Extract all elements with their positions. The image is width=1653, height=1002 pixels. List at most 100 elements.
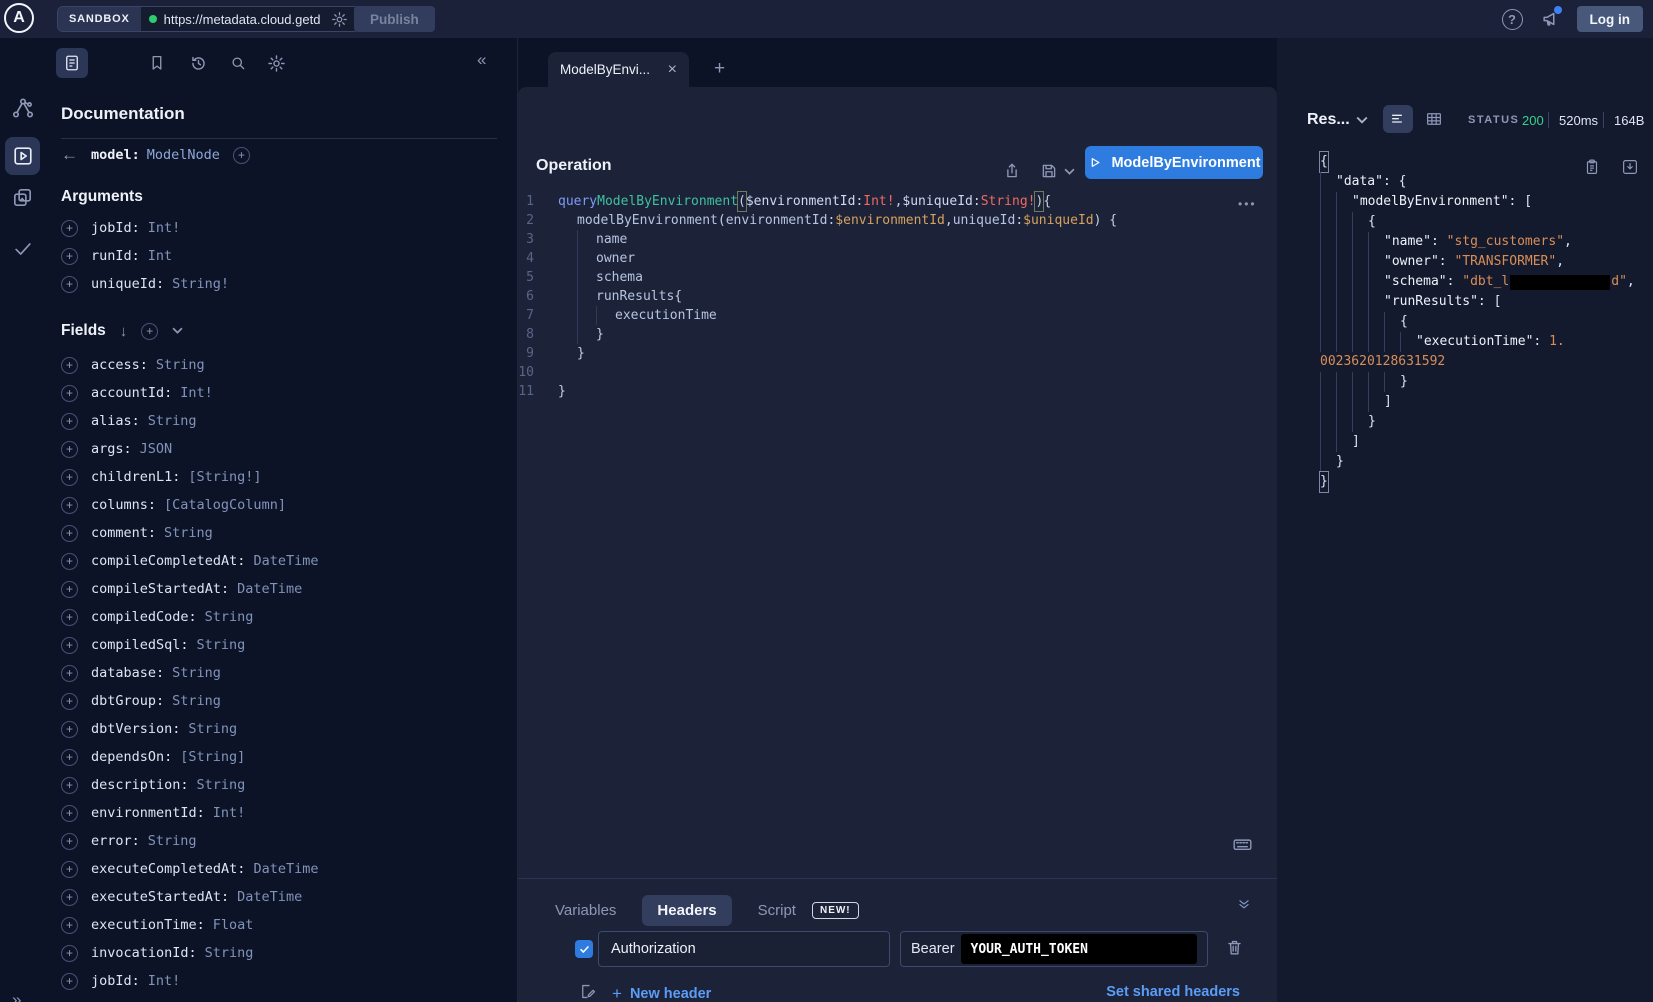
close-tab-icon[interactable]: ×	[668, 62, 677, 78]
endpoint-control[interactable]: SANDBOX https://metadata.cloud.getd	[57, 6, 360, 32]
add-field-icon[interactable]: +	[61, 637, 78, 654]
tab-variables[interactable]: Variables	[555, 902, 616, 919]
add-field-icon[interactable]: +	[61, 693, 78, 710]
add-field-icon[interactable]: +	[61, 276, 78, 293]
add-field-icon[interactable]: +	[61, 805, 78, 822]
add-field-icon[interactable]: +	[61, 497, 78, 514]
add-all-fields-icon[interactable]: +	[233, 147, 250, 164]
set-shared-headers-link[interactable]: Set shared headers	[1106, 984, 1240, 1000]
field-row[interactable]: +error:String	[61, 827, 511, 855]
header-value-input[interactable]: Bearer YOUR_AUTH_TOKEN	[900, 931, 1208, 967]
response-dropdown-chevron-icon[interactable]	[1356, 116, 1368, 125]
add-field-icon[interactable]: +	[61, 441, 78, 458]
add-field-icon[interactable]: +	[61, 357, 78, 374]
history-icon[interactable]	[189, 54, 208, 73]
field-row[interactable]: +alias:String	[61, 407, 511, 435]
save-icon[interactable]	[1040, 162, 1058, 180]
add-field-icon[interactable]: +	[61, 553, 78, 570]
code-line[interactable]: 5schema	[518, 268, 1277, 287]
auth-token-redacted[interactable]: YOUR_AUTH_TOKEN	[961, 934, 1197, 964]
collapse-panel-icon[interactable]	[1237, 897, 1251, 911]
add-field-icon[interactable]: +	[61, 665, 78, 682]
field-row[interactable]: +environmentId:Int!	[61, 799, 511, 827]
field-row[interactable]: +dbtVersion:String	[61, 715, 511, 743]
chevron-down-icon[interactable]	[172, 327, 183, 335]
code-line[interactable]: 2modelByEnvironment(environmentId: $envi…	[518, 211, 1277, 230]
back-arrow-icon[interactable]: ←	[61, 145, 78, 165]
add-field-icon[interactable]: +	[61, 749, 78, 766]
add-field-icon[interactable]: +	[61, 413, 78, 430]
share-icon[interactable]	[1003, 162, 1021, 180]
field-row[interactable]: +columns:[CatalogColumn]	[61, 491, 511, 519]
add-field-icon[interactable]: +	[61, 833, 78, 850]
add-field-icon[interactable]: +	[61, 385, 78, 402]
code-line[interactable]: 1query ModelByEnvironment($environmentId…	[518, 192, 1277, 211]
query-editor[interactable]: 1query ModelByEnvironment($environmentId…	[518, 192, 1277, 867]
field-row[interactable]: +compileCompletedAt:DateTime	[61, 547, 511, 575]
add-field-icon[interactable]: +	[61, 581, 78, 598]
collapse-docs-icon[interactable]: «	[477, 50, 486, 70]
edit-document-icon[interactable]	[578, 982, 597, 1001]
response-title[interactable]: Res...	[1307, 111, 1350, 129]
code-line[interactable]: 6runResults {	[518, 287, 1277, 306]
docs-settings-gear-icon[interactable]	[267, 54, 286, 73]
login-button[interactable]: Log in	[1577, 6, 1644, 32]
expand-rail-button[interactable]: »	[12, 990, 21, 1002]
field-row[interactable]: +args:JSON	[61, 435, 511, 463]
tab-script[interactable]: Script	[758, 902, 796, 919]
tab-headers[interactable]: Headers	[642, 895, 731, 926]
code-line[interactable]: 4owner	[518, 249, 1277, 268]
endpoint-settings-gear-icon[interactable]	[331, 11, 348, 28]
add-field-icon[interactable]: +	[61, 889, 78, 906]
add-field-icon[interactable]: +	[61, 861, 78, 878]
run-operation-button[interactable]: ModelByEnvironment	[1085, 146, 1263, 179]
field-row[interactable]: +childrenL1:[String!]	[61, 463, 511, 491]
publish-button[interactable]: Publish	[354, 6, 435, 32]
sidebar-item-explorer[interactable]	[5, 137, 40, 175]
field-row[interactable]: +dependsOn:[String]	[61, 743, 511, 771]
add-field-icon[interactable]: +	[61, 973, 78, 990]
field-row[interactable]: +invocationId:String	[61, 939, 511, 967]
code-line[interactable]: 3name	[518, 230, 1277, 249]
add-field-icon[interactable]: +	[61, 469, 78, 486]
add-fields-icon[interactable]: +	[141, 323, 158, 340]
endpoint-url-segment[interactable]: https://metadata.cloud.getd	[141, 7, 359, 31]
add-tab-icon[interactable]: +	[714, 58, 725, 80]
field-row[interactable]: +comment:String	[61, 519, 511, 547]
argument-row[interactable]: +uniqueId:String!	[61, 270, 501, 298]
add-field-icon[interactable]: +	[61, 248, 78, 265]
apollo-logo[interactable]: A	[4, 3, 34, 33]
delete-header-trash-icon[interactable]	[1225, 938, 1244, 957]
field-row[interactable]: +executeStartedAt:DateTime	[61, 883, 511, 911]
sidebar-item-sandboxes[interactable]	[0, 186, 45, 209]
view-mode-table-icon[interactable]	[1425, 110, 1443, 128]
add-field-icon[interactable]: +	[61, 917, 78, 934]
header-enabled-checkbox[interactable]	[575, 940, 593, 958]
endpoint-url[interactable]: https://metadata.cloud.getd	[164, 12, 324, 27]
argument-row[interactable]: +jobId:Int!	[61, 214, 501, 242]
code-line[interactable]: 10	[518, 363, 1277, 382]
add-field-icon[interactable]: +	[61, 945, 78, 962]
field-row[interactable]: +accountId:Int!	[61, 379, 511, 407]
field-row[interactable]: +executionTime:Float	[61, 911, 511, 939]
field-row[interactable]: +compileStartedAt:DateTime	[61, 575, 511, 603]
help-icon[interactable]: ?	[1502, 9, 1523, 30]
code-line[interactable]: 8}	[518, 325, 1277, 344]
field-row[interactable]: +database:String	[61, 659, 511, 687]
field-row[interactable]: +description:String	[61, 771, 511, 799]
save-dropdown-chevron-icon[interactable]	[1064, 168, 1075, 176]
field-row[interactable]: +dbtGroup:String	[61, 687, 511, 715]
field-row[interactable]: +jobId:Int!	[61, 967, 511, 995]
tab-modelbyenvironment[interactable]: ModelByEnvi... ×	[548, 52, 689, 87]
add-field-icon[interactable]: +	[61, 609, 78, 626]
header-name-input[interactable]: Authorization	[598, 931, 890, 967]
new-header-button[interactable]: + New header	[612, 984, 711, 1002]
sidebar-item-checks[interactable]	[0, 238, 45, 260]
add-field-icon[interactable]: +	[61, 777, 78, 794]
announcements-button[interactable]	[1540, 9, 1560, 29]
field-row[interactable]: +compiledCode:String	[61, 603, 511, 631]
code-line[interactable]: 9}	[518, 344, 1277, 363]
add-field-icon[interactable]: +	[61, 721, 78, 738]
field-row[interactable]: +access:String	[61, 351, 511, 379]
add-field-icon[interactable]: +	[61, 220, 78, 237]
